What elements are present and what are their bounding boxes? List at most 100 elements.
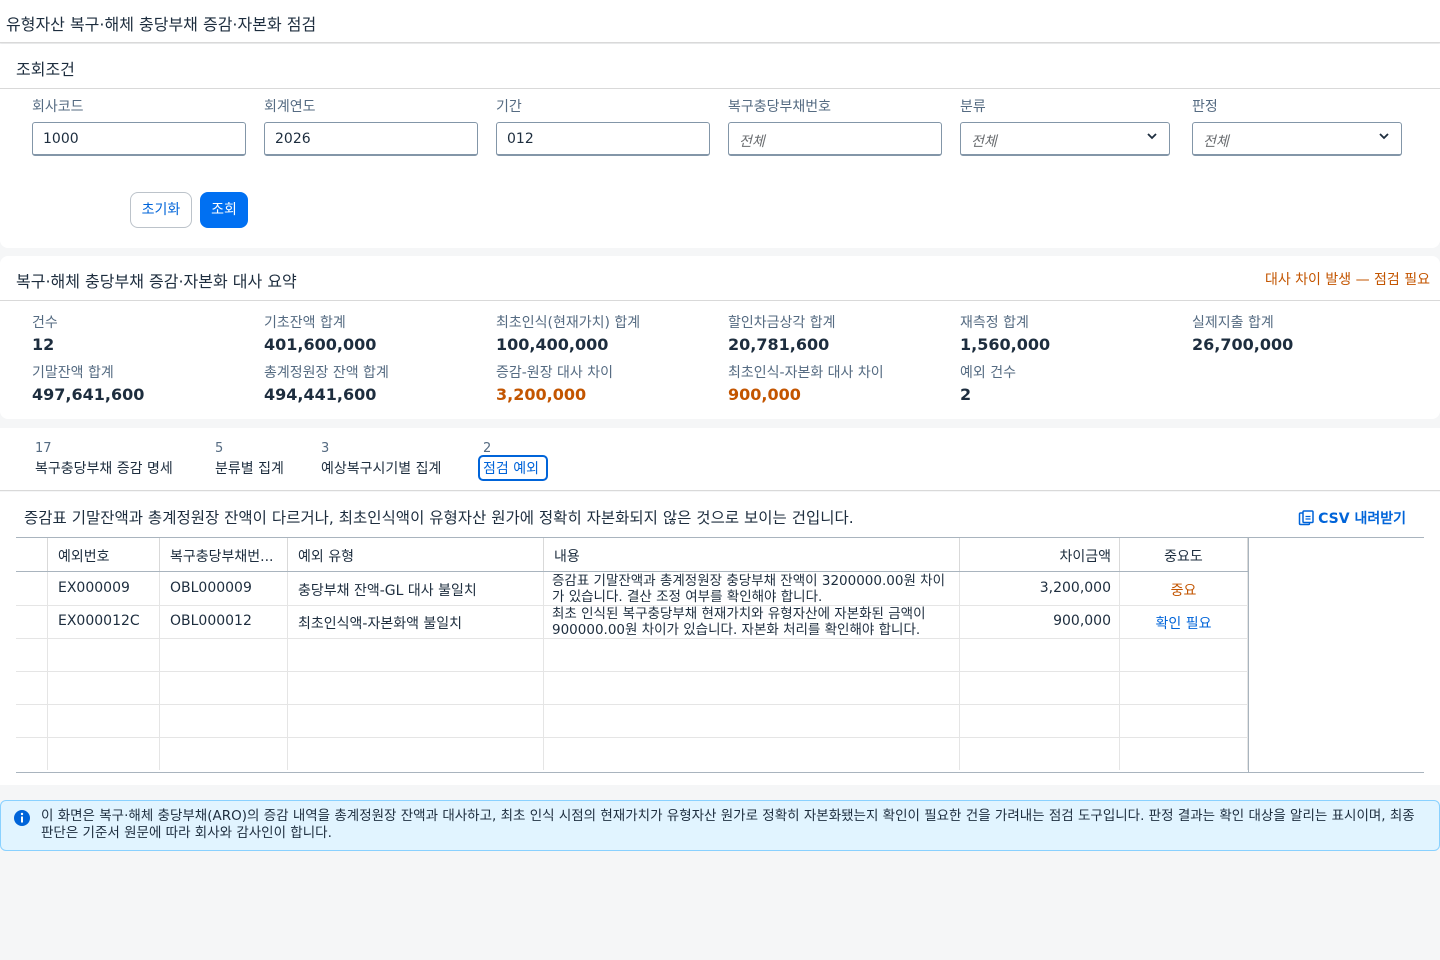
obligation-no-field: 복구충당부채번호 전체 [728, 96, 944, 156]
info-message-strip: 이 화면은 복구·해체 충당부채(ARO)의 증감 내역을 총계정원장 잔액과 … [0, 800, 1440, 851]
tab-bar: 17 복구충당부채 증감 명세 5 분류별 집계 3 예상복구시기별 집계 2 … [0, 428, 1440, 503]
reconciliation-warning: 대사 차이 발생 — 점검 필요 [1264, 272, 1430, 288]
fiscal-year-field: 회계연도 2026 [264, 96, 480, 156]
obligation-no-label: 복구충당부채번호 [728, 99, 832, 115]
kpi-value: 497,641,600 [32, 385, 145, 404]
judgment-field: 판정 전체 [1192, 96, 1408, 156]
exception-id: EX000009 [58, 580, 130, 596]
empty-row [16, 671, 1248, 705]
kpi-label: 재측정 합계 [960, 315, 1029, 331]
obligation-no-input[interactable]: 전체 [728, 122, 942, 156]
period-label: 기간 [496, 99, 522, 115]
company-code-field: 회사코드 1000 [32, 96, 248, 156]
kpi-value: 494,441,600 [264, 385, 377, 404]
search-button[interactable]: 조회 [200, 192, 248, 228]
difference-amount: 900,000 [1053, 613, 1111, 629]
tab-count: 3 [321, 441, 330, 456]
tab-exceptions[interactable]: 2 점검 예외 [478, 441, 548, 503]
kpi-initial-recognition: 최초인식(현재가치) 합계 100,400,000 [496, 312, 716, 354]
column-header[interactable]: 내용 [544, 538, 960, 571]
summary-panel: 복구·해체 충당부채 증감·자본화 대사 요약 대사 차이 발생 — 점검 필요… [0, 256, 1440, 419]
kpi-value: 100,400,000 [496, 335, 609, 354]
row-selector[interactable] [16, 572, 48, 605]
kpi-value: 12 [32, 335, 55, 354]
kpi-gl-balance: 총계정원장 잔액 합계 494,441,600 [264, 362, 484, 404]
tab-label: 분류별 집계 [215, 461, 284, 477]
shell-bar: 유형자산 복구·해체 충당부채 증감·자본화 점검 [0, 0, 1440, 43]
exception-id: EX000012C [58, 613, 140, 629]
obligation-id: OBL000012 [170, 613, 252, 629]
column-header[interactable]: 예외 유형 [288, 538, 544, 571]
table-row[interactable]: EX000009 OBL000009 충당부채 잔액-GL 대사 불일치 증감표… [16, 572, 1248, 606]
tab-timing-summary[interactable]: 3 예상복구시기별 집계 [321, 442, 441, 478]
exception-content: 증감표 기말잔액과 총계정원장 충당부채 잔액이 3200000.00원 차이가… [552, 573, 946, 605]
judgment-select[interactable]: 전체 [1192, 122, 1402, 156]
summary-title: 복구·해체 충당부채 증감·자본화 대사 요약 [16, 272, 297, 291]
empty-row [16, 737, 1248, 770]
obligation-id: OBL000009 [170, 580, 252, 596]
exception-type: 충당부채 잔액-GL 대사 불일치 [298, 583, 477, 599]
table-header: 예외번호 복구충당부채번... 예외 유형 내용 차이금액 중요도 [16, 538, 1248, 572]
kpi-capitalization-difference: 최초인식-자본화 대사 차이 900,000 [728, 362, 948, 404]
kpi-value: 900,000 [728, 385, 801, 404]
tab-count: 17 [35, 441, 52, 456]
column-header[interactable]: 복구충당부채번... [160, 538, 288, 571]
column-header[interactable]: 예외번호 [48, 538, 160, 571]
category-field: 분류 전체 [960, 96, 1176, 156]
kpi-count: 건수 12 [32, 312, 252, 354]
fiscal-year-label: 회계연도 [264, 99, 316, 115]
kpi-value: 401,600,000 [264, 335, 377, 354]
table-row[interactable]: EX000012C OBL000012 최초인식액-자본화액 불일치 최초 인식… [16, 605, 1248, 639]
empty-row [16, 638, 1248, 672]
kpi-value: 1,560,000 [960, 335, 1051, 354]
kpi-label: 기초잔액 합계 [264, 315, 346, 331]
exceptions-table: 예외번호 복구충당부채번... 예외 유형 내용 차이금액 중요도 EX0000… [16, 537, 1424, 773]
period-field: 기간 012 [496, 96, 712, 156]
kpi-actual-spend: 실제지출 합계 26,700,000 [1192, 312, 1412, 354]
fiscal-year-input[interactable]: 2026 [264, 122, 478, 156]
tab-label: 점검 예외 [478, 455, 548, 481]
exceptions-panel: 증감표 기말잔액과 총계정원장 잔액이 다르거나, 최초인식액이 유형자산 원가… [0, 492, 1440, 785]
column-header[interactable]: 차이금액 [960, 538, 1120, 571]
kpi-label: 최초인식-자본화 대사 차이 [728, 365, 884, 381]
reset-button[interactable]: 초기화 [130, 192, 192, 228]
category-label: 분류 [960, 99, 986, 115]
table-divider [1248, 538, 1249, 772]
exception-type: 최초인식액-자본화액 불일치 [298, 616, 463, 632]
filter-header: 조회조건 [0, 44, 1440, 89]
kpi-label: 건수 [32, 315, 58, 331]
company-code-input[interactable]: 1000 [32, 122, 246, 156]
filter-title: 조회조건 [16, 60, 75, 79]
export-icon [1298, 510, 1314, 526]
exception-content: 최초 인식된 복구충당부채 현재가치와 유형자산에 자본화된 금액이 90000… [552, 606, 926, 638]
app-title: 유형자산 복구·해체 충당부채 증감·자본화 점검 [6, 15, 317, 34]
obligation-no-placeholder: 전체 [739, 134, 765, 150]
difference-amount: 3,200,000 [1039, 580, 1111, 596]
category-placeholder: 전체 [971, 134, 997, 150]
column-header[interactable]: 중요도 [1120, 538, 1248, 571]
tab-count: 2 [483, 441, 492, 456]
kpi-gl-difference: 증감-원장 대사 차이 3,200,000 [496, 362, 716, 404]
kpi-label: 할인차금상각 합계 [728, 315, 836, 331]
company-code-value: 1000 [43, 131, 79, 147]
kpi-value: 2 [960, 385, 972, 404]
period-input[interactable]: 012 [496, 122, 710, 156]
category-select[interactable]: 전체 [960, 122, 1170, 156]
kpi-remeasurement: 재측정 합계 1,560,000 [960, 312, 1180, 354]
info-message: 이 화면은 복구·해체 충당부채(ARO)의 증감 내역을 총계정원장 잔액과 … [41, 808, 1415, 841]
kpi-label: 증감-원장 대사 차이 [496, 365, 613, 381]
company-code-label: 회사코드 [32, 99, 84, 115]
selection-column-header [16, 538, 48, 571]
kpi-value: 26,700,000 [1192, 335, 1294, 354]
judgment-label: 판정 [1192, 99, 1218, 115]
severity-badge: 확인 필요 [1155, 616, 1212, 632]
csv-download-button[interactable]: CSV 내려받기 [1298, 508, 1406, 528]
row-selector[interactable] [16, 605, 48, 638]
chevron-down-icon [1147, 133, 1157, 140]
judgment-placeholder: 전체 [1203, 134, 1229, 150]
tab-movement-detail[interactable]: 17 복구충당부채 증감 명세 [35, 442, 173, 478]
empty-row [16, 704, 1248, 738]
severity-badge: 중요 [1170, 583, 1197, 599]
tab-count: 5 [215, 441, 224, 456]
tab-category-summary[interactable]: 5 분류별 집계 [215, 442, 284, 478]
